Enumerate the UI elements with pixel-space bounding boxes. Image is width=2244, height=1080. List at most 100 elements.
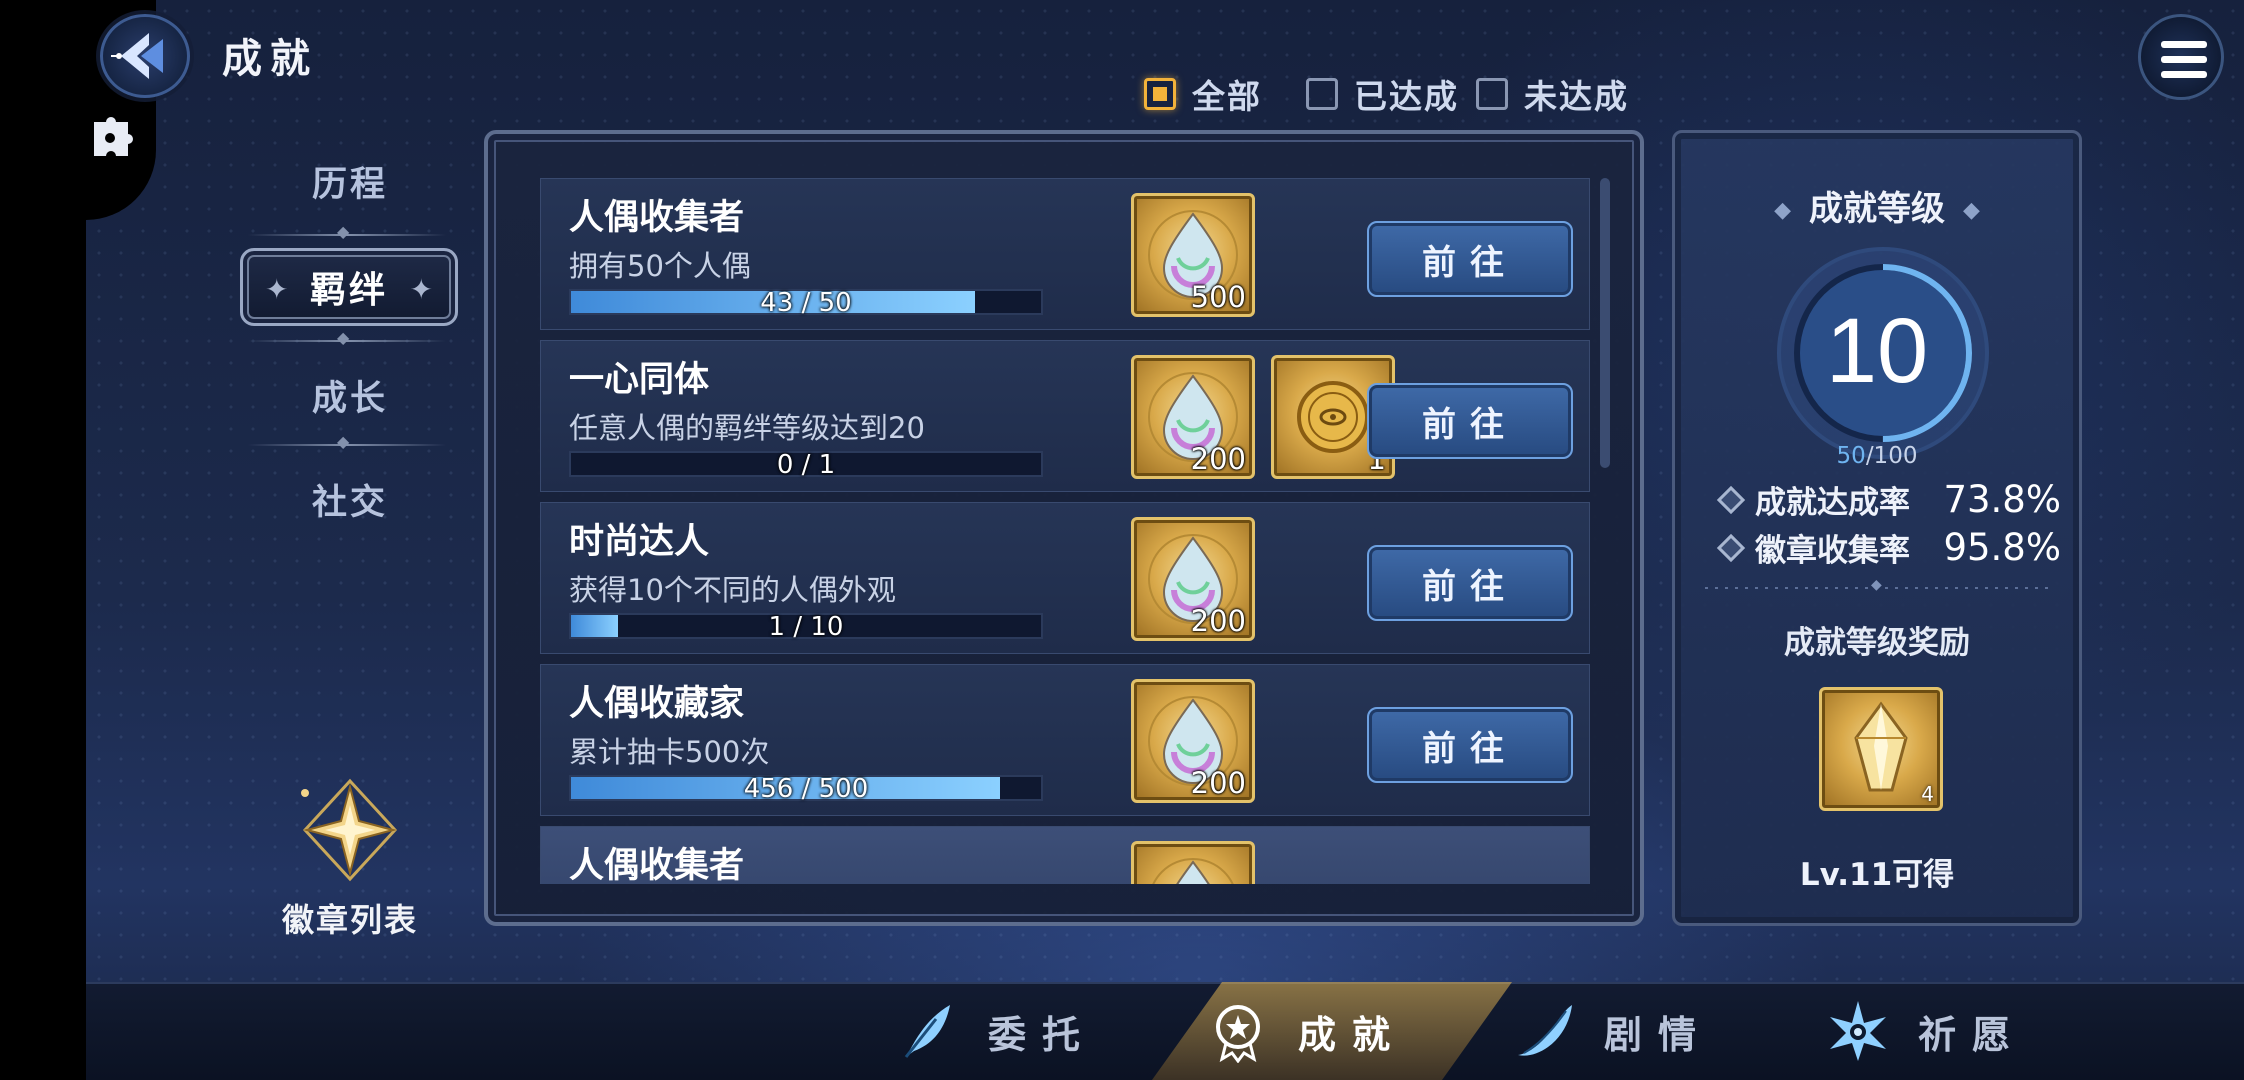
progress-text: 456 / 500: [743, 774, 869, 804]
reward-count: 200: [1190, 766, 1246, 800]
level-exp: 50/100: [1675, 443, 2079, 469]
tab-story[interactable]: 剧情: [1512, 982, 1712, 1080]
reward-item[interactable]: 200: [1131, 679, 1255, 803]
stat-value: 73.8%: [1943, 478, 2061, 521]
nav-item-label: 羁绊: [309, 270, 388, 311]
achievement-title: 一心同体: [569, 360, 710, 400]
progress-bar: 1 / 10: [569, 612, 1043, 642]
prism-drop-icon: [1152, 858, 1234, 884]
stat-label: 徽章收集率: [1755, 533, 1910, 569]
reward-count: 500: [1190, 280, 1246, 314]
stat-label: 成就达成率: [1755, 485, 1910, 521]
go-button[interactable]: 前往: [1367, 383, 1573, 459]
tab-label: 委托: [988, 1012, 1097, 1057]
progress-text: 43 / 50: [760, 288, 852, 318]
feather-icon: [904, 1005, 950, 1058]
achievement-card: 一心同体 任意人偶的羁绊等级达到20 0 / 1 200 1 前往: [540, 340, 1590, 492]
achievement-title: 时尚达人: [569, 522, 710, 562]
go-button[interactable]: 前往: [1367, 545, 1573, 621]
nav-item-growth[interactable]: 成长: [240, 370, 460, 421]
checkbox[interactable]: [1476, 78, 1508, 110]
filter-label: 未达成: [1524, 77, 1629, 116]
nav-item-social[interactable]: 社交: [240, 474, 460, 525]
puzzle-icon[interactable]: [88, 108, 140, 160]
reward-count: 4: [1921, 782, 1934, 806]
filter-all[interactable]: 全部: [1144, 74, 1262, 116]
stat-value: 95.8%: [1943, 526, 2061, 569]
diamond-icon: ◆: [1774, 198, 1791, 223]
progress-bar: 43 / 50: [569, 288, 1043, 318]
reward-item[interactable]: [1131, 841, 1255, 884]
level-reward-unlock: Lv.11可得: [1799, 857, 1955, 893]
scrollbar[interactable]: [1600, 178, 1610, 468]
filter-completed[interactable]: 已达成: [1306, 74, 1459, 116]
badge-list-button[interactable]: 徽章列表: [278, 775, 422, 941]
achievement-card: 人偶收集者 拥有50个人偶 43 / 50 500 前往: [540, 178, 1590, 330]
sparkle-icon: ✦: [265, 273, 289, 306]
diamond-icon: ◆: [1963, 198, 1980, 223]
go-button[interactable]: 前往: [1367, 221, 1573, 297]
achievement-list-panel: 人偶收集者 拥有50个人偶 43 / 50 500 前往 一心同体 任意人偶的羁…: [484, 130, 1644, 926]
achievement-title: 人偶收藏家: [569, 684, 745, 724]
progress-bar: 456 / 500: [569, 774, 1043, 804]
level-number: 10: [1825, 300, 1929, 402]
achievement-card: 人偶收集者: [540, 826, 1590, 884]
achievement-card: 时尚达人 获得10个不同的人偶外观 1 / 10 200 前往: [540, 502, 1590, 654]
menu-line: [2161, 41, 2207, 48]
nav-item-journey[interactable]: 历程: [240, 156, 460, 207]
tab-label: 成就: [1298, 1012, 1407, 1057]
progress-text: 1 / 10: [768, 612, 844, 642]
achievement-list[interactable]: 人偶收集者 拥有50个人偶 43 / 50 500 前往 一心同体 任意人偶的羁…: [540, 178, 1590, 884]
reward-item[interactable]: 500: [1131, 193, 1255, 317]
quill-icon: [1518, 1005, 1572, 1056]
reward-count: 200: [1190, 604, 1246, 638]
exp-total: /100: [1865, 443, 1918, 469]
level-reward-item[interactable]: 4: [1819, 687, 1943, 811]
exp-current: 50: [1836, 443, 1866, 469]
tab-label: 祈愿: [1918, 1012, 2027, 1057]
achievement-desc: 累计抽卡500次: [569, 735, 770, 769]
reward-count: 200: [1190, 442, 1246, 476]
stat-completion-rate: 成就达成率 73.8%: [1716, 477, 2061, 522]
achievement-desc: 任意人偶的羁绊等级达到20: [569, 411, 925, 445]
checkbox[interactable]: [1144, 78, 1176, 110]
tab-commission[interactable]: 委托: [896, 982, 1096, 1080]
diamond-icon: [1716, 533, 1746, 562]
checkbox[interactable]: [1306, 78, 1338, 110]
nav-divider: [238, 432, 456, 452]
progress-text: 0 / 1: [776, 450, 836, 480]
go-button[interactable]: 前往: [1367, 707, 1573, 783]
achievement-title: 人偶收集者: [569, 198, 745, 238]
tab-label: 剧情: [1604, 1012, 1713, 1057]
level-panel: ◆ 成就等级 ◆ 10 50/100 成就达成率 73.8% 徽章收集率 95.8%…: [1672, 130, 2082, 926]
panel-divider: [1705, 577, 2055, 593]
screen: 成就 全部 已达成 未达成 历程 ✦ 羁绊 ✦ 成长 社交: [0, 0, 2244, 1080]
achievement-card: 人偶收藏家 累计抽卡500次 456 / 500 200 前往: [540, 664, 1590, 816]
left-cutout: [0, 0, 86, 1080]
tab-wish[interactable]: 祈愿: [1826, 982, 2026, 1080]
back-button[interactable]: [100, 14, 190, 98]
achievement-desc: 拥有50个人偶: [569, 249, 751, 283]
page-title: 成就: [222, 36, 318, 82]
tab-achievement[interactable]: 成就: [1206, 982, 1406, 1080]
achievement-desc: 获得10个不同的人偶外观: [569, 573, 896, 607]
menu-line: [2161, 71, 2207, 78]
menu-line: [2161, 56, 2207, 63]
achievement-title: 人偶收集者: [569, 846, 745, 884]
compass-star-icon: [301, 778, 398, 882]
progress-bar: 0 / 1: [569, 450, 1043, 480]
reward-item[interactable]: 200: [1131, 517, 1255, 641]
star-burst-icon: [1830, 1001, 1886, 1061]
menu-button[interactable]: [2138, 14, 2224, 100]
filter-incomplete[interactable]: 未达成: [1476, 74, 1629, 116]
level-panel-title-text: 成就等级: [1809, 189, 1945, 229]
badge-list-label: 徽章列表: [281, 901, 418, 939]
medal-icon: [1216, 1005, 1260, 1063]
nav-divider: [238, 222, 456, 242]
reward-item[interactable]: 200: [1131, 355, 1255, 479]
filter-label: 全部: [1192, 77, 1262, 116]
diamond-icon: [1716, 485, 1746, 514]
sparkle-icon: ✦: [409, 273, 433, 306]
nav-item-bond[interactable]: ✦ 羁绊 ✦: [240, 248, 458, 326]
level-panel-title: ◆ 成就等级 ◆: [1675, 181, 2079, 230]
